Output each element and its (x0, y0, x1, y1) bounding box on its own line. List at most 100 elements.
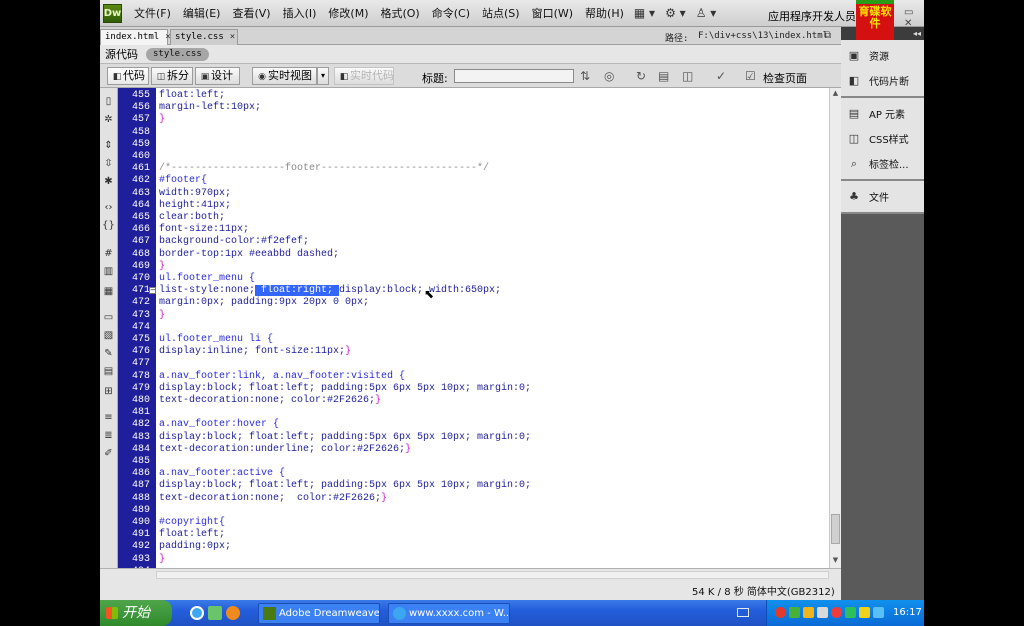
code-line[interactable]: a.nav_footer:link, a.nav_footer:visited … (159, 371, 405, 383)
expand-all-icon[interactable]: ✱ (102, 176, 115, 188)
desktop-quicklaunch-icon[interactable] (208, 606, 222, 620)
code-line[interactable]: display:block; float:left; padding:5px 6… (159, 432, 531, 444)
line-numbers-icon[interactable]: # (102, 248, 115, 260)
code-line[interactable]: margin-left:10px; (159, 102, 261, 114)
code-line[interactable]: list-style:none; float:right; display:bl… (159, 285, 501, 297)
code-line[interactable]: display:block; float:left; padding:5px 6… (159, 480, 531, 492)
select-parent-tag-icon[interactable]: ‹› (102, 202, 115, 214)
validate-markup-icon[interactable]: ✓ (716, 69, 726, 83)
firefox-quicklaunch-icon[interactable] (226, 606, 240, 620)
network-tray-icon[interactable] (873, 607, 884, 618)
site-dropdown-icon[interactable]: ♙ ▾ (696, 6, 717, 20)
file-management-icon[interactable]: ⇅ (580, 69, 590, 83)
code-line[interactable]: clear:both; (159, 212, 225, 224)
live-view-button[interactable]: ◉ 实时视图 (252, 67, 317, 85)
collapse-selection-icon[interactable]: ⇳ (102, 158, 115, 170)
panel-item[interactable]: ♣ 文件 (841, 184, 924, 209)
taskbar-browser[interactable]: www.xxxx.com - W... (388, 603, 510, 624)
tab-index-html[interactable]: index.html × (100, 29, 171, 45)
live-code-button[interactable]: ◧ 实时代码 (334, 67, 394, 85)
scroll-down-icon[interactable]: ▼ (831, 556, 840, 565)
layout-dropdown-icon[interactable]: ▦ ▾ (634, 6, 655, 20)
code-editor[interactable]: float:left; margin-left:10px;} /*---------… (156, 88, 829, 568)
warning-tray-icon[interactable] (859, 607, 870, 618)
panel-item[interactable]: ▤ AP 元素 (841, 101, 924, 126)
tab-style-css[interactable]: style.css × (170, 29, 238, 45)
code-line[interactable]: margin:0px; padding:9px 20px 0 0px; (159, 297, 369, 309)
scroll-up-icon[interactable]: ▲ (831, 89, 840, 98)
apply-comment-icon[interactable]: ▭ (102, 312, 115, 324)
code-line[interactable]: } (159, 261, 165, 273)
window-controls[interactable]: ▭ ✕ (904, 7, 924, 29)
menu-insert[interactable]: 插入(I) (283, 5, 317, 21)
code-line[interactable]: display:inline; font-size:11px;} (159, 346, 351, 358)
taskbar-dreamweaver[interactable]: Adobe Dreamweave... (258, 603, 380, 624)
design-view-button[interactable]: ▣ 设计 (195, 67, 240, 85)
source-code-link[interactable]: 源代码 (105, 46, 138, 62)
live-view-dropdown[interactable]: ▾ (317, 67, 329, 85)
workspace-switcher[interactable]: 应用程序开发人员 (768, 8, 856, 24)
code-line[interactable]: } (159, 114, 165, 126)
code-line[interactable]: font-size:11px; (159, 224, 249, 236)
vertical-scrollbar[interactable]: ▲ ▼ (829, 88, 841, 568)
code-line[interactable]: width:970px; (159, 188, 231, 200)
code-line[interactable]: background-color:#f2efef; (159, 236, 309, 248)
indent-code-icon[interactable]: ≡ (102, 412, 115, 424)
outdent-code-icon[interactable]: ≣ (102, 430, 115, 442)
code-line[interactable]: #footer{ (159, 175, 207, 187)
code-view-button[interactable]: ◧ 代码 (107, 67, 149, 85)
code-line[interactable]: padding:0px; (159, 541, 231, 553)
code-line[interactable]: #copyright{ (159, 517, 225, 529)
app-tray-icon[interactable] (803, 607, 814, 618)
extend-dropdown-icon[interactable]: ⚙ ▾ (665, 6, 686, 20)
menu-help[interactable]: 帮助(H) (585, 5, 624, 21)
code-line[interactable]: a.nav_footer:hover { (159, 419, 279, 431)
security-tray-icon[interactable] (789, 607, 800, 618)
browser-preview-icon[interactable]: ◎ (604, 69, 614, 83)
format-source-icon[interactable]: ✐ (102, 448, 115, 460)
code-line[interactable]: display:block; float:left; padding:5px 6… (159, 383, 531, 395)
open-documents-icon[interactable]: ▯ (102, 96, 115, 108)
panel-item[interactable]: ⌕ 标签检... (841, 151, 924, 176)
move-css-icon[interactable]: ⊞ (102, 386, 115, 398)
code-line[interactable]: border-top:1px #eeabbd dashed; (159, 249, 339, 261)
title-input[interactable] (454, 69, 574, 83)
check-page-icon[interactable]: ☑ (745, 69, 756, 83)
show-code-navigator-icon[interactable]: ✲ (102, 114, 115, 126)
scrollbar-thumb[interactable] (831, 514, 840, 544)
start-button[interactable]: 开始 (100, 600, 172, 626)
close-icon[interactable]: × (230, 32, 235, 42)
code-line[interactable]: } (159, 554, 165, 566)
fold-toggle-icon[interactable]: − (149, 287, 156, 295)
collapse-tag-icon[interactable]: ⇕ (102, 140, 115, 152)
code-line[interactable]: float:left; (159, 529, 225, 541)
menu-modify[interactable]: 修改(M) (328, 5, 368, 21)
menu-window[interactable]: 窗口(W) (532, 5, 573, 21)
restore-window-icon[interactable]: ⧉ (824, 30, 831, 41)
shield-tray-icon[interactable] (845, 607, 856, 618)
related-file-style-css[interactable]: style.css (146, 47, 209, 61)
horizontal-scrollbar[interactable] (156, 571, 829, 579)
ie-quicklaunch-icon[interactable] (190, 606, 204, 620)
refresh-icon[interactable]: ↻ (636, 69, 646, 83)
code-line[interactable]: text-decoration:none; color:#2F2626;} (159, 395, 381, 407)
code-line[interactable]: ul.footer_menu li { (159, 334, 273, 346)
code-line[interactable]: text-decoration:underline; color:#2F2626… (159, 444, 411, 456)
menu-edit[interactable]: 编辑(E) (183, 5, 221, 21)
balance-braces-icon[interactable]: {} (102, 220, 115, 232)
split-view-button[interactable]: ◫ 拆分 (151, 67, 193, 85)
code-line[interactable]: text-decoration:none; color:#2F2626;} (159, 493, 387, 505)
recent-snippets-icon[interactable]: ▤ (102, 366, 115, 378)
code-line[interactable]: /*-------------------footer-------------… (159, 163, 489, 175)
antivirus-tray-icon[interactable] (775, 607, 786, 618)
code-line[interactable]: a.nav_footer:active { (159, 468, 285, 480)
menu-format[interactable]: 格式(O) (380, 5, 419, 21)
visual-aids-icon[interactable]: ◫ (682, 69, 693, 83)
panel-item[interactable]: ◫ CSS样式 (841, 126, 924, 151)
panel-item[interactable]: ◧ 代码片断 (841, 68, 924, 93)
word-wrap-icon[interactable]: ▦ (102, 286, 115, 298)
panel-item[interactable]: ▣ 资源 (841, 43, 924, 68)
menu-view[interactable]: 查看(V) (232, 5, 270, 21)
keyboard-icon[interactable] (737, 608, 749, 617)
remove-comment-icon[interactable]: ▧ (102, 330, 115, 342)
